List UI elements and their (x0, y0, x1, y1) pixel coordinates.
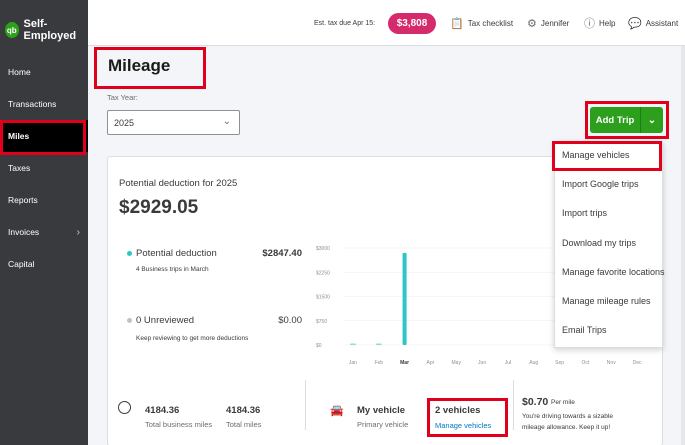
rate-note-line-2: mileage allowance. Keep it up! (522, 424, 611, 431)
sidebar-item-label: Capital (8, 259, 35, 269)
chevron-down-icon: ⌄ (222, 116, 231, 127)
assistant-label: Assistant (645, 18, 679, 28)
tax-year-value: 2025 (114, 117, 135, 128)
chevron-down-icon[interactable]: ⌄ (641, 115, 663, 126)
chevron-right-icon: › (76, 226, 80, 238)
gear-icon: ⚙ (527, 17, 537, 30)
rate-unit: Per mile (551, 399, 575, 406)
total-miles-label: Total miles (226, 420, 262, 429)
rate-note-line-1: You're driving towards a sizable (522, 413, 613, 420)
potential-deduction-row-amount: $2847.40 (262, 248, 302, 259)
sidebar-item-capital[interactable]: Capital (0, 248, 88, 280)
menu-item-manage-vehicles[interactable]: Manage vehicles (562, 150, 630, 160)
chart-x-tick-label: Jan (349, 360, 357, 366)
menu-item-email-trips[interactable]: Email Trips (562, 325, 607, 335)
unreviewed-row-sub: Keep reviewing to get more deductions (136, 335, 249, 342)
help-label: Help (599, 18, 616, 28)
car-icon: 🚘 (330, 405, 344, 417)
sidebar-item-label: Reports (8, 195, 38, 205)
business-miles-value: 4184.36 (145, 405, 180, 416)
potential-deduction-row-title: Potential deduction (136, 248, 217, 259)
unreviewed-row-amount: $0.00 (278, 315, 302, 326)
sidebar-item-taxes[interactable]: Taxes (0, 152, 88, 184)
user-name: Jennifer (540, 18, 570, 28)
page-title: Mileage (108, 56, 171, 75)
est-tax-label: Est. tax due Apr 15: (314, 19, 376, 27)
sidebar: qb Self-Employed Home Transactions Miles… (0, 0, 88, 445)
potential-deduction-row-sub: 4 Business trips in March (136, 266, 209, 273)
sidebar-item-label: Taxes (8, 163, 31, 173)
est-tax-amount-badge[interactable]: $3,808 (388, 13, 436, 34)
assistant-button[interactable]: 💬 Assistant (628, 0, 678, 46)
manage-vehicles-link[interactable]: Manage vehicles (435, 421, 491, 430)
chart-x-tick-label: Apr (427, 360, 435, 366)
chart-x-tick-label: May (452, 360, 462, 366)
sidebar-item-label: Miles (8, 131, 30, 141)
chart-y-tick-label: $3000 (316, 246, 330, 252)
chart-x-tick-label: Jul (505, 360, 511, 366)
speedometer-icon (118, 401, 131, 414)
chart-y-tick-label: $1500 (316, 295, 330, 301)
stats-divider (305, 380, 306, 430)
chart-x-tick-label: Aug (529, 360, 538, 366)
rate-value: $0.70 (522, 396, 549, 408)
total-miles-value: 4184.36 (226, 405, 261, 416)
sidebar-item-label: Home (8, 67, 31, 77)
sidebar-item-miles[interactable]: Miles (0, 120, 88, 152)
chart-x-tick-label: Feb (374, 360, 383, 366)
brand[interactable]: qb Self-Employed (5, 18, 88, 42)
chat-icon: 💬 (628, 17, 642, 30)
potential-deduction-label: Potential deduction for 2025 (119, 178, 238, 189)
chart-y-tick-label: $2250 (316, 270, 330, 276)
chart-y-tick-label: $750 (316, 319, 327, 325)
potential-deduction-value: $2929.05 (119, 197, 199, 218)
add-trip-button[interactable]: Add Trip ⌄ (590, 107, 663, 133)
help-button[interactable]: ⓘ Help (584, 0, 615, 46)
add-trip-dropdown-menu: Manage vehicles Import Google trips Impo… (554, 141, 665, 348)
sidebar-item-label: Transactions (8, 99, 57, 109)
unreviewed-row-title: 0 Unreviewed (136, 315, 195, 326)
teal-dot-icon (127, 251, 132, 256)
tax-year-label: Tax Year: (107, 93, 138, 102)
vehicle-sub: Primary vehicle (357, 420, 409, 429)
sidebar-item-invoices[interactable]: Invoices › (0, 216, 88, 248)
menu-item-import-trips[interactable]: Import trips (562, 208, 607, 218)
chart-y-tick-label: $0 (316, 343, 322, 349)
menu-item-manage-mileage-rules[interactable]: Manage mileage rules (562, 296, 651, 306)
chart-x-tick-label: Nov (607, 360, 616, 366)
menu-item-import-google-trips[interactable]: Import Google trips (562, 179, 639, 189)
sidebar-item-reports[interactable]: Reports (0, 184, 88, 216)
gray-dot-icon (127, 318, 132, 323)
tax-checklist-label: Tax checklist (467, 18, 514, 28)
add-trip-label: Add Trip (595, 114, 635, 126)
vehicle-title: My vehicle (357, 405, 406, 416)
quickbooks-logo-icon: qb (5, 22, 19, 38)
sidebar-item-transactions[interactable]: Transactions (0, 88, 88, 120)
user-menu-button[interactable]: ⚙ Jennifer (527, 0, 569, 46)
tax-year-select[interactable]: 2025 ⌄ (107, 110, 240, 135)
brand-name: Self-Employed (23, 18, 77, 42)
sidebar-item-label: Invoices (8, 227, 40, 237)
chart-x-tick-label: Dec (633, 360, 642, 366)
sidebar-item-home[interactable]: Home (0, 56, 88, 88)
vehicles-count: 2 vehicles (435, 405, 481, 416)
chart-x-tick-label: Jun (478, 360, 486, 366)
chart-x-tick-label: Mar (400, 360, 409, 366)
chart-bar-feb[interactable] (375, 343, 382, 346)
chart-x-tick-label: Sep (555, 360, 564, 366)
help-icon: ⓘ (584, 18, 595, 30)
chart-x-tick-label: Oct (582, 360, 590, 366)
sidebar-nav: Home Transactions Miles Taxes Reports In… (0, 56, 88, 280)
menu-item-download-my-trips[interactable]: Download my trips (562, 238, 636, 248)
scrollbar[interactable] (681, 46, 685, 445)
stats-divider (513, 380, 514, 430)
chart-bar-mar[interactable] (402, 252, 407, 345)
business-miles-label: Total business miles (145, 420, 213, 429)
menu-item-manage-favorite-locations[interactable]: Manage favorite locations (562, 267, 665, 277)
tax-checklist-button[interactable]: 📋 Tax checklist (450, 0, 513, 46)
chart-bar-jan[interactable] (349, 343, 356, 346)
clipboard-icon: 📋 (450, 17, 464, 30)
